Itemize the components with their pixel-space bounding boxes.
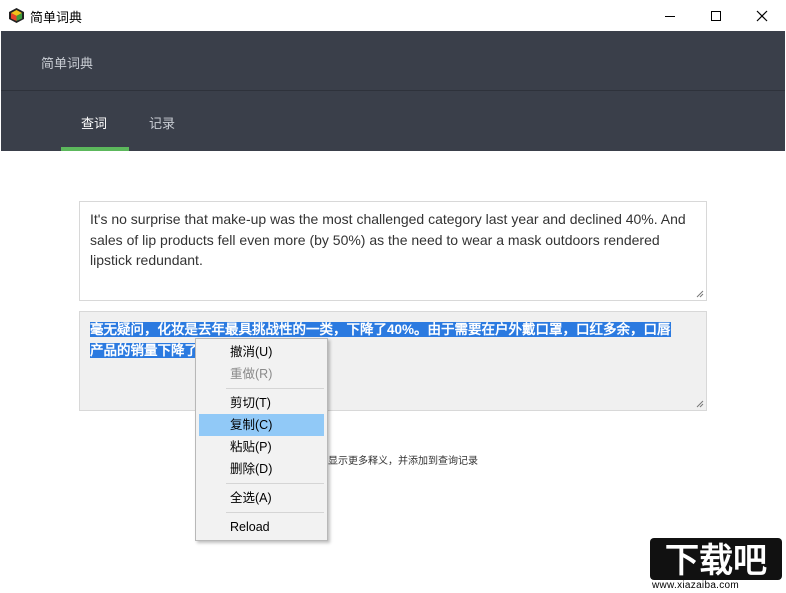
context-menu: 撤消(U) 重做(R) 剪切(T) 复制(C) 粘贴(P) 删除(D) 全选(A… (195, 338, 328, 541)
close-button[interactable] (739, 0, 785, 31)
menu-item-redo[interactable]: 重做(R) (199, 363, 324, 385)
tab-lookup[interactable]: 查词 (81, 113, 107, 132)
source-text-input[interactable]: It's no surprise that make-up was the mo… (79, 201, 707, 301)
app-header: 简单词典 查词 记录 (1, 31, 785, 151)
menu-item-reload[interactable]: Reload (199, 516, 324, 538)
source-text: It's no surprise that make-up was the mo… (90, 211, 686, 268)
active-tab-indicator (61, 147, 129, 151)
window-title: 简单词典 (30, 10, 83, 25)
menu-item-cut[interactable]: 剪切(T) (199, 392, 324, 414)
menu-separator (226, 388, 324, 389)
menu-separator (226, 512, 324, 513)
menu-item-undo[interactable]: 撤消(U) (199, 341, 324, 363)
title-bar: 简单词典 (0, 0, 786, 31)
resize-grip-icon[interactable] (696, 290, 704, 298)
maximize-button[interactable] (693, 0, 739, 31)
maximize-icon (711, 10, 721, 21)
translation-line-2: 产品的销量下降了 (90, 343, 198, 358)
close-icon (756, 10, 768, 21)
minimize-icon (665, 15, 675, 17)
watermark-url: www.xiazaiba.com (652, 580, 740, 591)
svg-text:下载吧: 下载吧 (665, 541, 767, 581)
menu-item-paste[interactable]: 粘贴(P) (199, 436, 324, 458)
resize-grip-icon[interactable] (696, 400, 704, 408)
minimize-button[interactable] (647, 0, 693, 31)
translation-text: 毫无疑问，化妆是去年最具挑战性的一类，下降了40%。由于需要在户外戴口罩，口红多… (90, 319, 698, 361)
translation-line-1: 毫无疑问，化妆是去年最具挑战性的一类，下降了40%。由于需要在户外戴口罩，口红多… (90, 322, 671, 337)
translation-output[interactable]: 毫无疑问，化妆是去年最具挑战性的一类，下降了40%。由于需要在户外戴口罩，口红多… (79, 311, 707, 411)
tab-history[interactable]: 记录 (149, 113, 175, 132)
menu-separator (226, 483, 324, 484)
menu-item-select-all[interactable]: 全选(A) (199, 487, 324, 509)
hint-text: 显示更多释义，并添加到查询记录 (328, 456, 478, 467)
header-divider (1, 90, 785, 91)
menu-item-copy[interactable]: 复制(C) (199, 414, 324, 436)
app-name: 简单词典 (41, 56, 94, 71)
menu-item-delete[interactable]: 删除(D) (199, 458, 324, 480)
app-icon (9, 8, 24, 23)
